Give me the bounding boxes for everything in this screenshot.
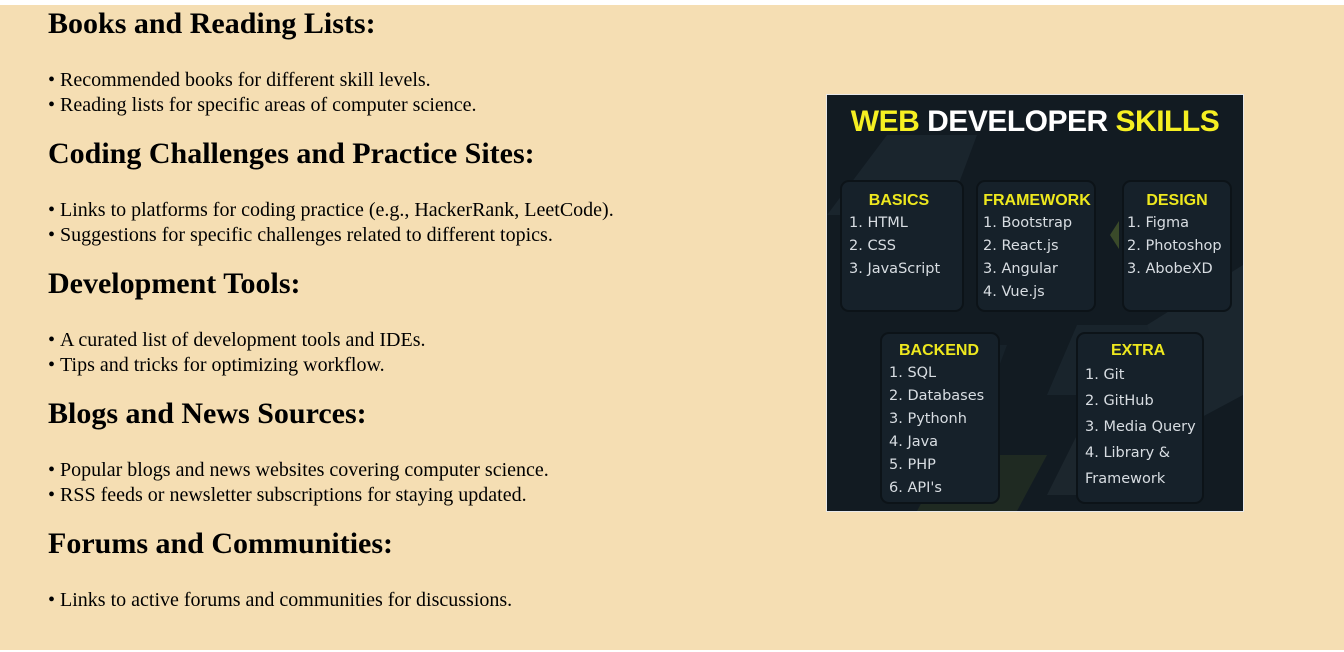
card-extra: EXTRA 1. Git 2. GitHub 3. Media Query 4.… bbox=[1085, 340, 1203, 492]
card-item: 1. HTML bbox=[849, 215, 908, 231]
poster-title-skills: SKILLS bbox=[1115, 105, 1220, 138]
bullet-list: A curated list of development tools and … bbox=[48, 328, 808, 378]
card-heading: BACKEND bbox=[899, 342, 979, 359]
list-item: Recommended books for different skill le… bbox=[48, 68, 808, 93]
section-forums: Forums and Communities: Links to active … bbox=[48, 525, 808, 613]
card-item: 6. API's bbox=[889, 480, 942, 496]
card-item: 3. AbobeXD bbox=[1127, 261, 1213, 277]
card-item: 2. GitHub bbox=[1085, 393, 1154, 409]
card-heading: FRAMEWORK bbox=[983, 192, 1091, 209]
card-item: 1. Bootstrap bbox=[983, 215, 1073, 231]
card-design: DESIGN 1. Figma 2. Photoshop 3. AbobeXD bbox=[1127, 190, 1227, 281]
resource-content: Books and Reading Lists: Recommended boo… bbox=[48, 5, 808, 630]
bullet-list: Links to platforms for coding practice (… bbox=[48, 198, 808, 248]
card-item: Framework bbox=[1085, 471, 1166, 487]
card-item: 2. React.js bbox=[983, 238, 1059, 254]
card-item: 5. PHP bbox=[889, 457, 936, 473]
card-item: 3. JavaScript bbox=[849, 261, 941, 277]
card-heading: DESIGN bbox=[1146, 192, 1208, 209]
list-item: Tips and tricks for optimizing workflow. bbox=[48, 353, 808, 378]
section-coding-challenges: Coding Challenges and Practice Sites: Li… bbox=[48, 135, 808, 248]
section-development-tools: Development Tools: A curated list of dev… bbox=[48, 265, 808, 378]
list-item: Reading lists for specific areas of comp… bbox=[48, 93, 808, 118]
bullet-list: Links to active forums and communities f… bbox=[48, 588, 808, 613]
card-item: 3. Angular bbox=[983, 261, 1058, 277]
card-item: 4. Java bbox=[889, 434, 939, 450]
section-heading: Coding Challenges and Practice Sites: bbox=[48, 137, 535, 170]
list-item: RSS feeds or newsletter subscriptions fo… bbox=[48, 483, 808, 508]
list-item: Popular blogs and news websites covering… bbox=[48, 458, 808, 483]
web-developer-skills-image: WEB DEVELOPER SKILLS BASICS 1. HTML 2. C… bbox=[826, 94, 1244, 512]
poster-title-web: WEB bbox=[850, 105, 920, 138]
card-item: 1. Git bbox=[1085, 367, 1125, 383]
section-heading: Books and Reading Lists: bbox=[48, 7, 376, 40]
card-item: 2. Photoshop bbox=[1127, 238, 1222, 254]
card-item: 3. Pythonh bbox=[889, 411, 967, 427]
poster-title: WEB DEVELOPER SKILLS bbox=[827, 105, 1243, 139]
card-basics: BASICS 1. HTML 2. CSS 3. JavaScript bbox=[849, 190, 949, 281]
card-item: 4. Vue.js bbox=[983, 284, 1045, 300]
card-item: 2. CSS bbox=[849, 238, 896, 254]
card-item: 1. SQL bbox=[889, 365, 937, 381]
card-item: 4. Library & bbox=[1085, 445, 1171, 461]
card-item: 1. Figma bbox=[1127, 215, 1189, 231]
list-item: A curated list of development tools and … bbox=[48, 328, 808, 353]
card-item: 2. Databases bbox=[889, 388, 985, 404]
poster-title-developer: DEVELOPER bbox=[927, 105, 1108, 138]
bullet-list: Popular blogs and news websites covering… bbox=[48, 458, 808, 508]
section-heading: Development Tools: bbox=[48, 267, 301, 300]
card-heading: BASICS bbox=[868, 192, 930, 209]
section-heading: Forums and Communities: bbox=[48, 527, 394, 560]
list-item: Suggestions for specific challenges rela… bbox=[48, 223, 808, 248]
card-heading: EXTRA bbox=[1111, 342, 1166, 359]
bullet-list: Recommended books for different skill le… bbox=[48, 68, 808, 118]
list-item: Links to platforms for coding practice (… bbox=[48, 198, 808, 223]
section-blogs-news: Blogs and News Sources: Popular blogs an… bbox=[48, 395, 808, 508]
card-backend: BACKEND 1. SQL 2. Databases 3. Pythonh 4… bbox=[889, 340, 989, 500]
page-body: Books and Reading Lists: Recommended boo… bbox=[0, 5, 1344, 650]
section-books: Books and Reading Lists: Recommended boo… bbox=[48, 5, 808, 118]
list-item: Links to active forums and communities f… bbox=[48, 588, 808, 613]
section-heading: Blogs and News Sources: bbox=[48, 397, 367, 430]
card-item: 3. Media Query bbox=[1085, 419, 1196, 435]
card-framework: FRAMEWORK 1. Bootstrap 2. React.js 3. An… bbox=[983, 190, 1091, 304]
